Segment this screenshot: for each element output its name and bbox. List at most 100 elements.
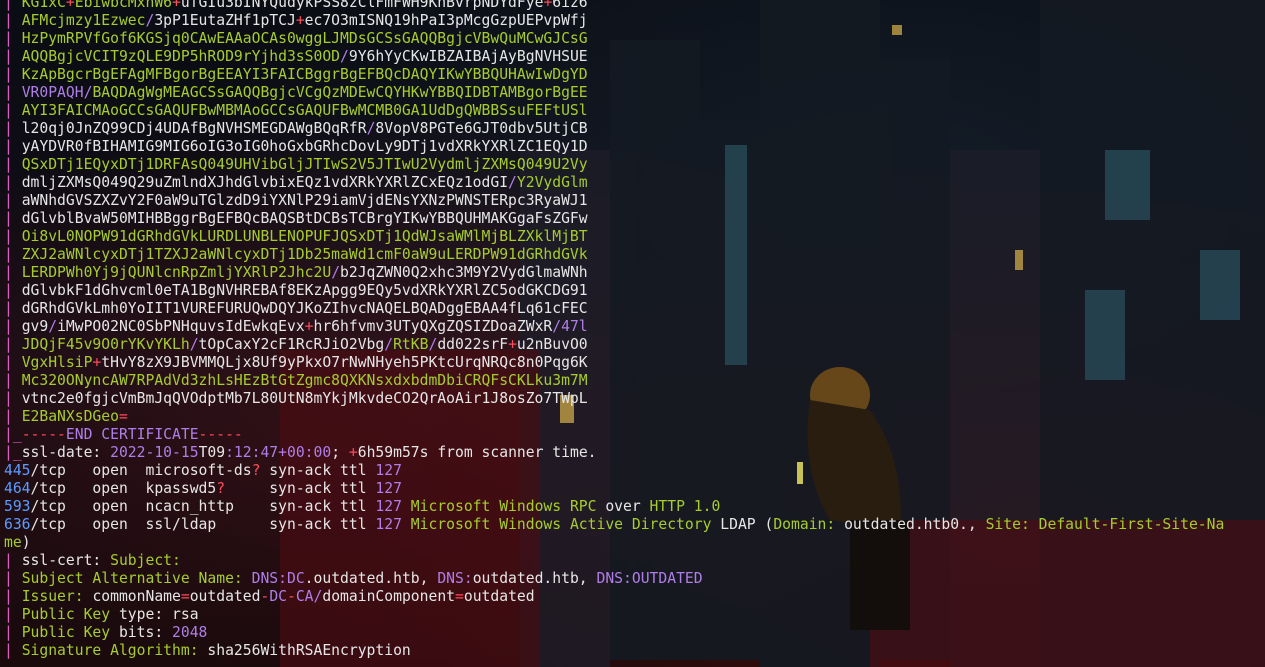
terminal-text-segment: VR0PAQH/ [21, 84, 93, 101]
terminal-line: | Subject Alternative Name: DNS:DC.outda… [4, 570, 1224, 588]
terminal-text-segment: Domain: [773, 516, 836, 533]
terminal-text-segment: ssl-cert: [21, 552, 111, 569]
terminal-text-segment: + [172, 0, 181, 11]
terminal-line: | QSxDTj1EQyxDTj1DRFAsQ049UHVibGljJTIwS2… [4, 156, 1224, 174]
terminal-text-segment: Default-First-Site-Na [1029, 516, 1225, 533]
terminal-text-segment: QSxDTj1EQyxDTj1DRFAsQ049UHVibGljJTIwS2V5… [21, 156, 588, 173]
terminal-line: me) [4, 534, 1224, 552]
terminal-text-segment: | [4, 264, 22, 281]
terminal-line: | KzApBgcrBgEFAgMFBgorBgEEAYI3FAICBggrBg… [4, 66, 1224, 84]
terminal-text-segment: ZXJ2aWNlcyxDTj1TZXJ2aWNlcyxDTj1Db25maWd1… [21, 246, 588, 263]
terminal-line: | dGRhdGVkLmh0YoIIT1VUREFURUQwDQYJKoZIhv… [4, 300, 1224, 318]
terminal-text-segment: dmljZXMsQ049Q29uZmlndXJhdGlvbixEQz1vdXRk… [21, 174, 509, 191]
terminal-line: | VR0PAQH/BAQDAgWgMEAGCSsGAQQBgjcVCgQzMD… [4, 84, 1224, 102]
terminal-text-segment: Mc320ONyncAW7RPAdVd3zhLsHEzBtGtZgmc8QXKN… [21, 372, 588, 389]
terminal-text-segment: | [4, 552, 22, 569]
terminal-text-segment: Microsoft Windows Active Directory [410, 516, 712, 533]
terminal-text-segment: + [92, 354, 102, 371]
terminal-text-segment: iMwPO02NC0SbPNHquvsIdEwkqEvx [57, 318, 305, 335]
terminal-text-segment: + [508, 336, 517, 353]
terminal-text-segment: tOpCaxY2cF1RcRJiO2Vbg [198, 336, 385, 353]
terminal-text-segment: hr6hfvmv3UTyQXgZQSIZDoaZWxR [313, 318, 553, 335]
terminal-line: | Signature Algorithm: sha256WithRSAEncr… [4, 642, 1224, 660]
terminal-text-segment: | [4, 588, 22, 605]
terminal-text-segment: 6h59m57s from scanner time. [357, 444, 597, 461]
terminal-text-segment: = [455, 588, 464, 605]
terminal-text-segment: Issuer: [21, 588, 93, 605]
terminal-text-segment: - [260, 588, 270, 605]
terminal-line: | VgxHlsiP+tHvY8zX9JBVMMQLjx8Uf9yPkxO7rN… [4, 354, 1224, 372]
terminal-text-segment: me [4, 534, 22, 551]
terminal-text-segment: / [428, 336, 438, 353]
terminal-text-segment: KzApBgcrBgEFAgMFBgorBgEEAYI3FAICBggrBgEF… [21, 66, 588, 83]
terminal-text-segment: | [4, 354, 22, 371]
terminal-text-segment: 8VopV8PGTe6GJT0dbv5UtjCB [375, 120, 588, 137]
terminal-text-segment: AQQBgjcVCIT9zQLE9DP5hROD9rYjhd3sS0OD [21, 48, 341, 65]
terminal-text-segment: | [4, 138, 22, 155]
terminal-text-segment: LDAP ( [711, 516, 774, 533]
terminal-text-segment: u2nBuvO0 [516, 336, 588, 353]
terminal-text-segment: sha256WithRSAEncryption [207, 642, 411, 659]
terminal-text-segment: 464 [4, 480, 31, 497]
terminal-text-segment: + [295, 12, 305, 29]
terminal-text-segment: CA [295, 588, 314, 605]
terminal-text-segment: + [543, 0, 553, 11]
terminal-text-segment: - [287, 588, 296, 605]
terminal-text-segment: / [552, 318, 562, 335]
terminal-text-segment: BAQDAgWgMEAGCSsGAQQBgjcVCgQzMDEwCQYHKwYB… [92, 84, 588, 101]
terminal-line: | ZXJ2aWNlcyxDTj1TZXJ2aWNlcyxDTj1Db25maW… [4, 246, 1224, 264]
terminal-text-segment: DNS:DC [251, 570, 305, 587]
terminal-text-segment: JDQjF45v9O0rYKvYKLh [21, 336, 190, 353]
terminal-text-segment: DNS: [437, 570, 473, 587]
terminal-text-segment: ? [216, 480, 226, 497]
terminal-text-segment: | [4, 390, 22, 407]
terminal-text-segment: | [4, 570, 22, 587]
terminal-text-segment: dGlvbkF1dGhvcml0eTA1BgNVHREBAf8EKzApgg9E… [21, 282, 588, 299]
terminal-line: | Public Key bits: 2048 [4, 624, 1224, 642]
terminal-line: | yAYDVR0fBIHAMIG9MIG6oIG3oIG0hoGxbGRhcD… [4, 138, 1224, 156]
terminal-text-segment: AFMcjmzy1Ezwec [21, 12, 146, 29]
terminal-text-segment: commonName [92, 588, 181, 605]
terminal-text-segment: = [180, 588, 190, 605]
terminal-text-segment: KG1xC [21, 0, 66, 11]
terminal-text-segment: ----- [198, 426, 243, 443]
terminal-text-segment: Site: [985, 516, 1030, 533]
terminal-text-segment: | [4, 318, 22, 335]
terminal-text-segment: /tcp open ssl/ldap syn-ack ttl [30, 516, 376, 533]
terminal-line: | Public Key type: rsa [4, 606, 1224, 624]
terminal-window[interactable]: | KG1xC+EbiwbcMxhW6+ufGIu3bINYQudykPSS8z… [0, 0, 1265, 667]
terminal-output: | KG1xC+EbiwbcMxhW6+ufGIu3bINYQudykPSS8z… [4, 0, 1224, 660]
terminal-text-segment: 2048 [172, 624, 208, 641]
terminal-text-segment: b2JqZWN0Q2xhc3M9Y2VydGlmaWNh [340, 264, 588, 281]
terminal-line: | AFMcjmzy1Ezwec/3pP1EutaZHf1pTCJ+ec7O3m… [4, 12, 1224, 30]
terminal-text-segment: 6iz6 [552, 0, 588, 11]
terminal-text-segment: ec7O3mISNQ19hPaI3pMcgGzpUEPvpWfj [304, 12, 588, 29]
terminal-text-segment: | [4, 120, 22, 137]
terminal-text-segment: bits: [118, 624, 173, 641]
terminal-text-segment: syn-ack ttl [260, 462, 376, 479]
terminal-text-segment: | [4, 246, 22, 263]
terminal-text-segment: HzPymRPVfGof6KGSjq0CAwEAAaOCAs0wggLJMDsG… [21, 30, 588, 47]
terminal-text-segment: 47l [561, 318, 588, 335]
terminal-text-segment: /tcp open kpasswd5 [30, 480, 217, 497]
terminal-text-segment: / [331, 264, 341, 281]
terminal-text-segment: ) [21, 534, 31, 551]
terminal-line: | vtnc2e0fgjcVmBmJqQVOdptMb7L80UtN8mYkjM… [4, 390, 1224, 408]
terminal-line: | LERDPWh0Yj9jQUNlcnRpZmljYXRlP2Jhc2U/b2… [4, 264, 1224, 282]
terminal-text-segment: + [65, 0, 75, 11]
terminal-line: | dGlvbkF1dGhvcml0eTA1BgNVHREBAf8EKzApgg… [4, 282, 1224, 300]
terminal-text-segment: VgxHlsiP [21, 354, 93, 371]
terminal-line: | Mc320ONyncAW7RPAdVd3zhLsHEzBtGtZgmc8QX… [4, 372, 1224, 390]
terminal-text-segment: over [596, 498, 650, 515]
terminal-text-segment: EbiwbcMxhW6 [74, 0, 173, 11]
terminal-text-segment: outdated.htb, [472, 570, 597, 587]
terminal-text-segment: | [4, 606, 22, 623]
terminal-text-segment: yAYDVR0fBIHAMIG9MIG6oIG3oIG0hoGxbGRhcDov… [21, 138, 588, 155]
terminal-text-segment: + [304, 318, 314, 335]
terminal-text-segment: | [4, 300, 22, 317]
terminal-line: | dGlvblBvaW50MIHBBggrBgEFBQcBAQSBtDCBsT… [4, 210, 1224, 228]
terminal-line: | gv9/iMwPO02NC0SbPNHquvsIdEwkqEvx+hr6hf… [4, 318, 1224, 336]
terminal-text-segment: | [4, 66, 22, 83]
terminal-text-segment: 127 [375, 498, 411, 515]
terminal-text-segment: type: rsa [118, 606, 199, 623]
